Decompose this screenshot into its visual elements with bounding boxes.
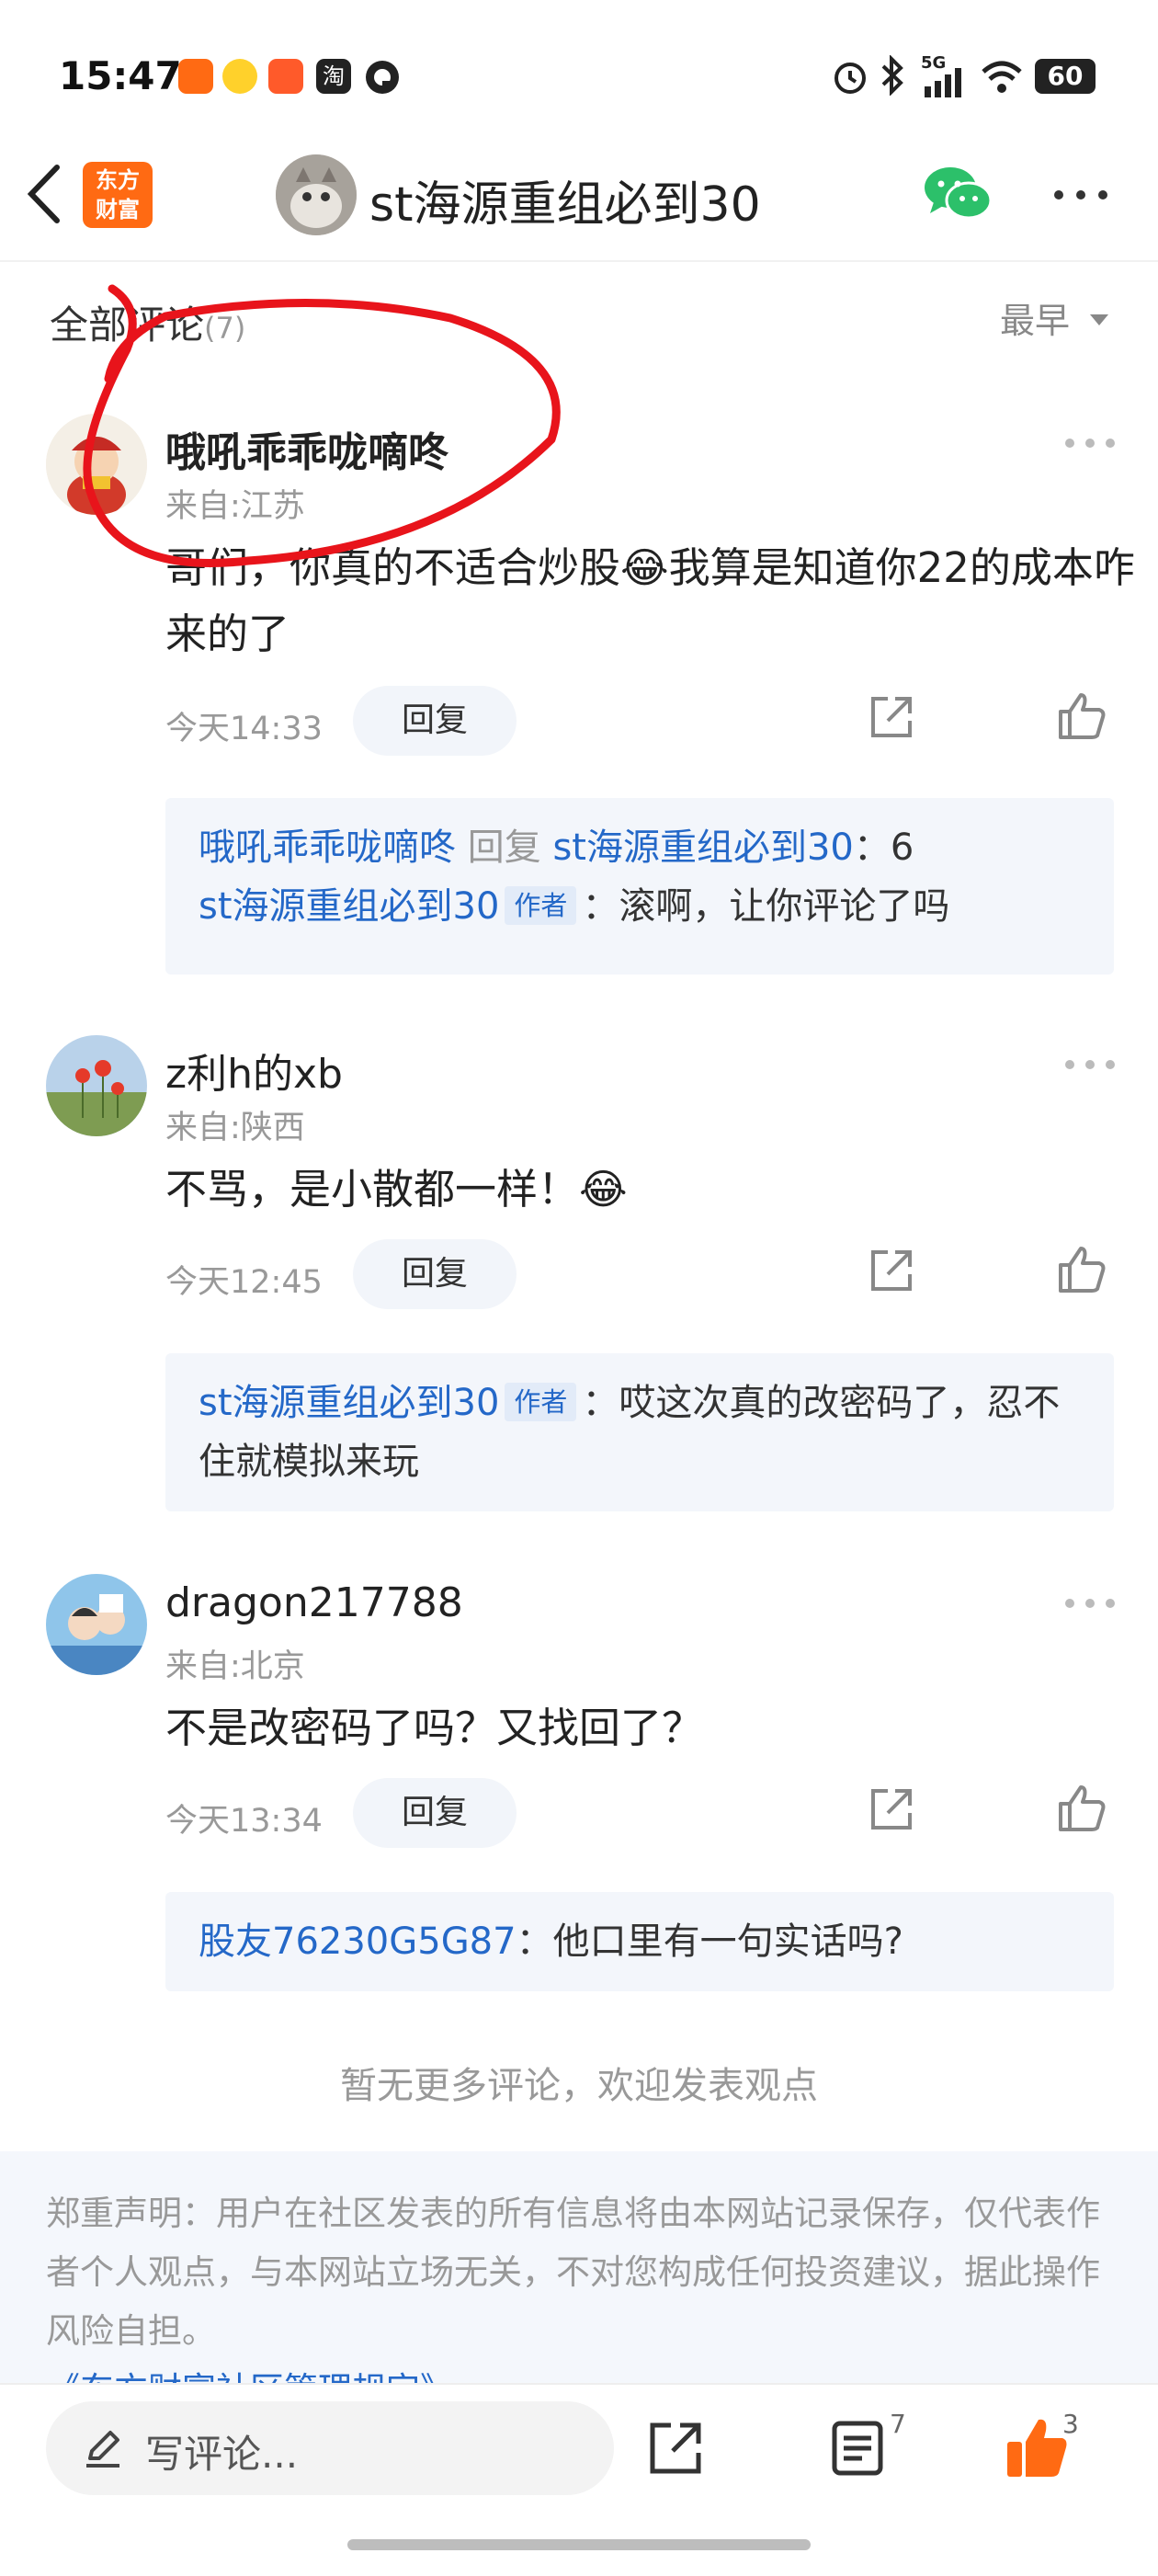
- pencil-icon: [86, 2431, 119, 2468]
- app-icon: [268, 59, 303, 94]
- comment-nickname[interactable]: z利h的xb: [165, 1041, 343, 1100]
- sort-label: 最早: [1000, 301, 1071, 341]
- likes-badge: 3: [1062, 2409, 1079, 2439]
- wifi-icon: [982, 61, 1022, 93]
- disclaimer-text: 郑重声明：用户在社区发表的所有信息将由本网站记录保存，仅代表作者个人观点，与本网…: [46, 2194, 1100, 2351]
- reply-item[interactable]: 股友76230G5G87：他口里有一句实话吗?: [199, 1912, 1081, 1971]
- share-icon[interactable]: [868, 693, 915, 741]
- thumbs-up-filled-icon[interactable]: [1004, 2414, 1070, 2480]
- reply-text: ：滚啊，让你评论了吗: [582, 885, 950, 928]
- comment-more-icon[interactable]: [1064, 1598, 1116, 1609]
- disclaimer: 郑重声明：用户在社区发表的所有信息将由本网站记录保存，仅代表作者个人观点，与本网…: [0, 2151, 1158, 2383]
- author-badge: 作者: [505, 1383, 577, 1421]
- comment-text: 不骂，是小散都一样！😂: [165, 1165, 628, 1214]
- comments-badge: 7: [890, 2409, 906, 2439]
- send-app-icon: [178, 59, 213, 94]
- red-annotation-circle: [83, 284, 561, 567]
- home-indicator[interactable]: [347, 2539, 811, 2550]
- brand-logo[interactable]: 东方 财富: [83, 162, 153, 228]
- reply-from[interactable]: 股友76230G5G87: [199, 1921, 517, 1963]
- reply-from[interactable]: st海源重组必到30: [199, 885, 499, 928]
- brand-line-1: 东方: [96, 167, 140, 193]
- comment-text: 不是改密码了吗？又找回了？: [165, 1704, 704, 1752]
- reply-text: ：6: [853, 826, 914, 869]
- comments-list-icon[interactable]: [831, 2420, 884, 2477]
- rules-link[interactable]: 《东方财富社区管理规定》: [46, 2370, 454, 2383]
- page-title: st海源重组必到30: [369, 177, 761, 233]
- comment-input[interactable]: [46, 2401, 614, 2495]
- back-arrow-icon[interactable]: [22, 162, 68, 226]
- wechat-share-icon[interactable]: [923, 164, 993, 224]
- header-divider: [0, 260, 1158, 262]
- reply-text: ：他口里有一句实话吗?: [516, 1921, 903, 1963]
- like-icon[interactable]: [1057, 1245, 1107, 1294]
- reply-button[interactable]: 回复: [353, 1778, 517, 1848]
- share-post-icon[interactable]: [647, 2420, 704, 2477]
- reply-thread: 股友76230G5G87：他口里有一句实话吗?: [165, 1892, 1114, 1991]
- reply-to[interactable]: st海源重组必到30: [552, 826, 853, 869]
- reply-item[interactable]: st海源重组必到30 作者 ：滚啊，让你评论了吗: [199, 877, 1081, 936]
- comment-more-icon[interactable]: [1064, 1059, 1116, 1070]
- like-icon[interactable]: [1057, 1784, 1107, 1833]
- caret-down-icon: [1090, 314, 1109, 325]
- more-options-icon[interactable]: [1051, 188, 1110, 202]
- comment-avatar[interactable]: [46, 1035, 147, 1136]
- mascot-app-icon: [222, 59, 257, 94]
- comment-time: 今天14:33: [165, 711, 323, 747]
- comment-location: 来自:北京: [165, 1648, 305, 1685]
- brand-line-2: 财富: [96, 197, 140, 222]
- share-icon[interactable]: [868, 1247, 915, 1294]
- status-time: 15:47: [59, 53, 182, 98]
- signal-icon: [925, 68, 961, 97]
- bluetooth-icon: [881, 55, 903, 96]
- alarm-icon: [834, 63, 866, 94]
- comment-nickname[interactable]: dragon217788: [165, 1579, 463, 1626]
- comment-input-placeholder[interactable]: 写评论...: [145, 2423, 298, 2479]
- reply-from[interactable]: 哦吼乖乖咙嘀咚: [199, 826, 456, 869]
- reply-mid: 回复: [467, 826, 541, 869]
- share-icon[interactable]: [868, 1785, 915, 1833]
- q-app-icon: [366, 61, 399, 94]
- comment-time: 今天12:45: [165, 1264, 323, 1301]
- comment-more-icon[interactable]: [1064, 438, 1116, 449]
- taobao-icon: 淘: [316, 59, 351, 94]
- reply-thread: 哦吼乖乖咙嘀咚 回复 st海源重组必到30：6 st海源重组必到30 作者 ：滚啊，…: [165, 798, 1114, 975]
- author-avatar[interactable]: [276, 154, 357, 235]
- reply-thread: st海源重组必到30 作者 ：哎这次真的改密码了，忍不住就模拟来玩: [165, 1353, 1114, 1511]
- like-icon[interactable]: [1057, 691, 1107, 741]
- comment-time: 今天13:34: [165, 1803, 323, 1840]
- reply-item[interactable]: 哦吼乖乖咙嘀咚 回复 st海源重组必到30：6: [199, 818, 1081, 877]
- reply-item[interactable]: st海源重组必到30 作者 ：哎这次真的改密码了，忍不住就模拟来玩: [199, 1373, 1081, 1491]
- no-more-comments: 暂无更多评论，欢迎发表观点: [340, 2065, 818, 2107]
- comment-avatar[interactable]: [46, 1574, 147, 1675]
- comment-location: 来自:陕西: [165, 1110, 305, 1146]
- sort-dropdown[interactable]: 最早: [1000, 292, 1110, 343]
- reply-button[interactable]: 回复: [353, 1239, 517, 1309]
- reply-button[interactable]: 回复: [353, 686, 517, 756]
- reply-from[interactable]: st海源重组必到30: [199, 1382, 499, 1424]
- battery-indicator: 60: [1035, 59, 1096, 94]
- author-badge: 作者: [505, 886, 577, 925]
